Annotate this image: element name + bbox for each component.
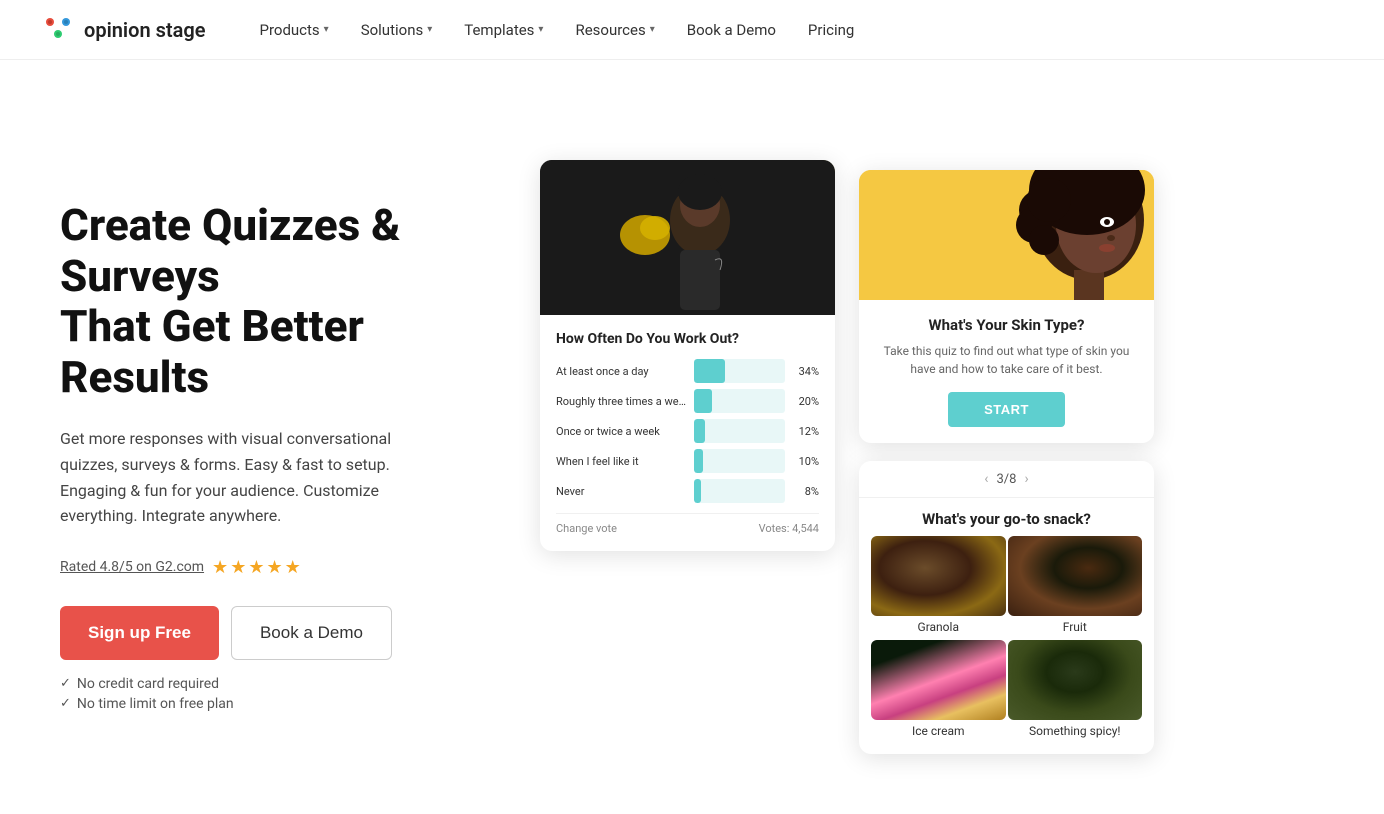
book-demo-button[interactable]: Book a Demo [231,606,392,660]
start-button[interactable]: START [948,392,1065,427]
poll-bar-pct: 10% [793,455,819,468]
check-icon: ✓ [60,676,71,691]
next-arrow-icon[interactable]: › [1024,471,1028,487]
poll-bar-row-2: Roughly three times a week 20% [556,389,819,413]
granola-label: Granola [871,616,1006,638]
checklist-item-1: ✓ No credit card required [60,676,480,692]
icecream-label: Ice cream [871,720,1006,742]
poll-content: How Often Do You Work Out? At least once… [540,315,835,551]
skin-quiz-image [859,170,1154,300]
chevron-down-icon: ▾ [324,24,329,35]
rating-row: Rated 4.8/5 on G2.com ★ ★ ★ ★ ★ [60,557,480,578]
nav-links: Products ▾ Solutions ▾ Templates ▾ Resou… [245,13,1344,47]
chevron-down-icon: ▾ [650,24,655,35]
poll-image [540,160,835,315]
poll-bar-inner [694,389,712,413]
star-2: ★ [230,557,246,578]
nav-item-pricing[interactable]: Pricing [794,13,868,47]
star-3: ★ [248,557,264,578]
poll-bar-inner [694,449,703,473]
poll-bar-row-5: Never 8% [556,479,819,503]
poll-bar-label: When I feel like it [556,455,686,468]
poll-bar-inner [694,359,725,383]
hero-subtext: Get more responses with visual conversat… [60,426,440,528]
votes-count: Votes: 4,544 [759,522,819,535]
snack-quiz-widget: ‹ 3/8 › What's your go-to snack? Granola… [859,461,1154,754]
spicy-label: Something spicy! [1008,720,1143,742]
poll-bar-inner [694,419,705,443]
fruit-label: Fruit [1008,616,1143,638]
poll-bar-label: Roughly three times a week [556,395,686,408]
brand-name: opinion stage [84,18,205,42]
skin-quiz-content: What's Your Skin Type? Take this quiz to… [859,300,1154,443]
snack-option-fruit[interactable]: Fruit [1008,536,1143,638]
skin-quiz-widget: What's Your Skin Type? Take this quiz to… [859,170,1154,443]
poll-bar-label: Once or twice a week [556,425,686,438]
skin-quiz-image-svg [859,170,1154,300]
star-1: ★ [212,557,228,578]
boxer-image [540,160,835,315]
hero-left: Create Quizzes & Surveys That Get Better… [60,140,480,712]
poll-bar-row-4: When I feel like it 10% [556,449,819,473]
snack-grid: Granola Fruit Ice cream [859,536,1154,754]
navigation: opinion stage Products ▾ Solutions ▾ Tem… [0,0,1384,60]
cta-row: Sign up Free Book a Demo [60,606,480,660]
skin-quiz-title: What's Your Skin Type? [875,316,1138,334]
poll-widget: How Often Do You Work Out? At least once… [540,160,835,551]
snack-nav: ‹ 3/8 › [859,461,1154,498]
hero-section: Create Quizzes & Surveys That Get Better… [0,60,1384,814]
poll-bar-pct: 8% [793,485,819,498]
skin-quiz-subtitle: Take this quiz to find out what type of … [875,342,1138,378]
checklist: ✓ No credit card required ✓ No time limi… [60,676,480,712]
poll-bar-outer [694,389,785,413]
poll-bar-label: Never [556,485,686,498]
hero-heading: Create Quizzes & Surveys That Get Better… [60,200,480,402]
change-vote-link[interactable]: Change vote [556,522,617,535]
poll-bar-outer [694,449,785,473]
snack-option-icecream[interactable]: Ice cream [871,640,1006,742]
logo-icon [40,12,76,48]
icecream-image [871,640,1006,720]
poll-footer: Change vote Votes: 4,544 [556,513,819,535]
poll-title: How Often Do You Work Out? [556,331,819,347]
poll-bar-inner [694,479,701,503]
checklist-item-2: ✓ No time limit on free plan [60,696,480,712]
hero-right: How Often Do You Work Out? At least once… [540,140,1324,754]
snack-option-spicy[interactable]: Something spicy! [1008,640,1143,742]
star-4: ★ [266,557,282,578]
nav-item-solutions[interactable]: Solutions ▾ [347,13,447,47]
poll-bar-label: At least once a day [556,365,686,378]
poll-bar-outer [694,419,785,443]
snack-nav-text: 3/8 [997,472,1017,487]
prev-arrow-icon[interactable]: ‹ [984,471,988,487]
poll-bar-pct: 12% [793,425,819,438]
granola-image [871,536,1006,616]
poll-bar-outer [694,359,785,383]
poll-bar-pct: 34% [793,365,819,378]
chevron-down-icon: ▾ [427,24,432,35]
nav-item-resources[interactable]: Resources ▾ [561,13,668,47]
poll-bar-row-1: At least once a day 34% [556,359,819,383]
stars-container: ★ ★ ★ ★ ★ [212,557,301,578]
poll-bar-row-3: Once or twice a week 12% [556,419,819,443]
star-5: ★ [285,557,301,578]
poll-bar-outer [694,479,785,503]
nav-item-products[interactable]: Products ▾ [245,13,342,47]
nav-item-book-demo[interactable]: Book a Demo [673,13,790,47]
rating-link[interactable]: Rated 4.8/5 on G2.com [60,559,204,575]
chevron-down-icon: ▾ [538,24,543,35]
spicy-image [1008,640,1143,720]
signup-button[interactable]: Sign up Free [60,606,219,660]
brand-logo[interactable]: opinion stage [40,12,205,48]
check-icon: ✓ [60,696,71,711]
snack-quiz-title: What's your go-to snack? [859,498,1154,536]
snack-option-granola[interactable]: Granola [871,536,1006,638]
poll-bar-pct: 20% [793,395,819,408]
fruit-image [1008,536,1143,616]
nav-item-templates[interactable]: Templates ▾ [450,13,557,47]
